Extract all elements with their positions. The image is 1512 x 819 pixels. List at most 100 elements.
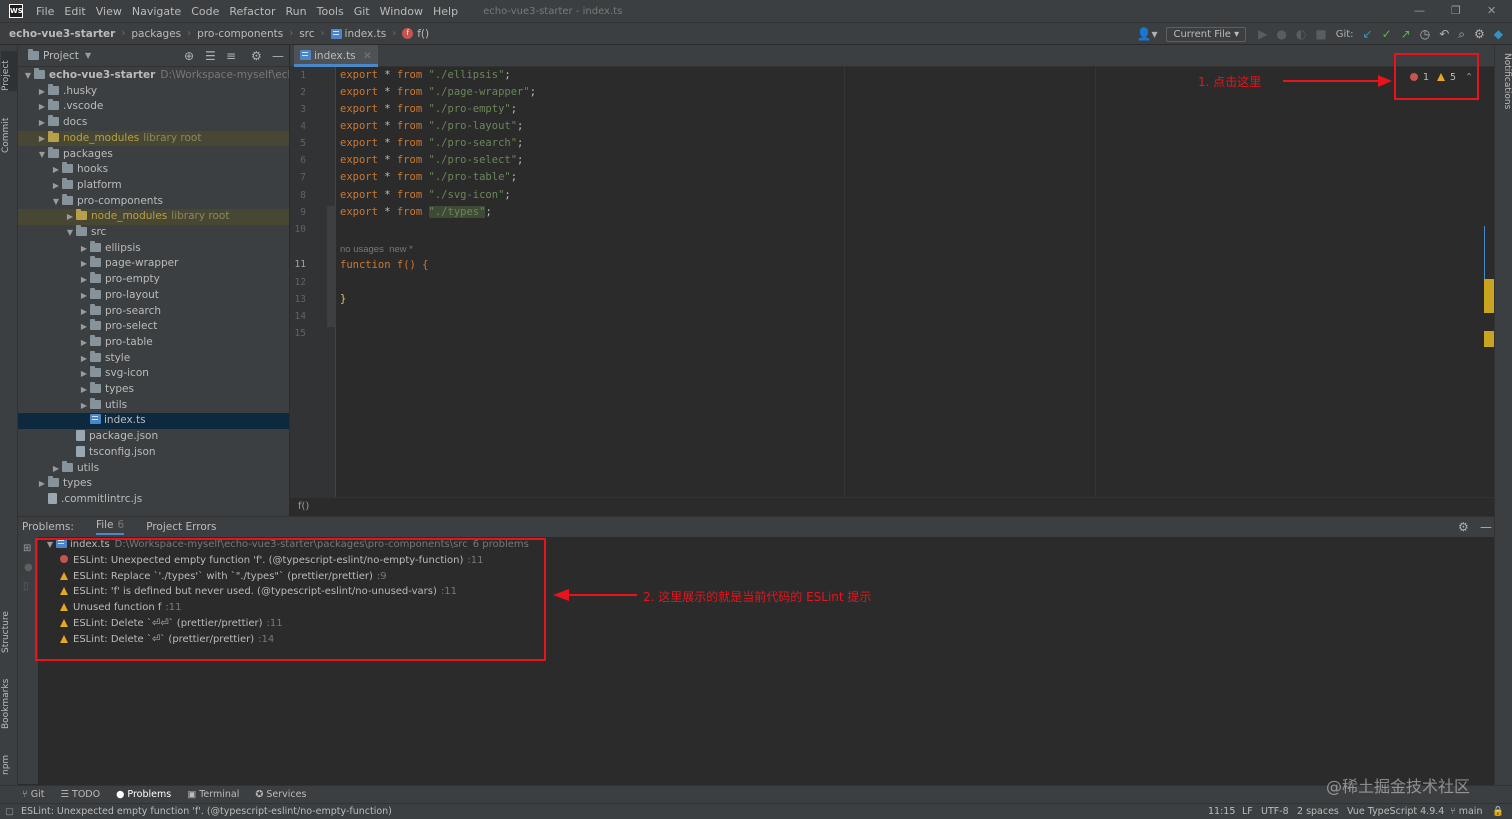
- tree-item[interactable]: ▶ svg-icon: [18, 366, 289, 382]
- breadcrumb-src[interactable]: src: [299, 28, 314, 40]
- code-line-closing[interactable]: }: [340, 291, 346, 308]
- chevron-down-icon[interactable]: ▼: [36, 147, 48, 163]
- chevron-right-icon[interactable]: ▶: [36, 99, 48, 115]
- tree-item[interactable]: ▶ pro-table: [18, 334, 289, 351]
- tree-item[interactable]: ▶ pro-search: [18, 303, 289, 320]
- chevron-down-icon[interactable]: ▼: [50, 194, 62, 210]
- line-number[interactable]: 9: [290, 207, 306, 218]
- tool-tab-notifications[interactable]: Notifications: [1496, 53, 1512, 123]
- chevron-right-icon[interactable]: ▶: [36, 131, 48, 147]
- tree-item[interactable]: ▶ pro-layout: [18, 287, 289, 304]
- tree-item[interactable]: package.json: [18, 429, 289, 445]
- code-line[interactable]: export * from "./pro-search";: [340, 135, 523, 152]
- tool-todo[interactable]: ☰ TODO: [60, 789, 100, 800]
- tree-item[interactable]: tsconfig.json: [18, 445, 289, 461]
- git-push-icon[interactable]: ↗: [1401, 27, 1411, 41]
- menu-refactor[interactable]: Refactor: [224, 5, 280, 18]
- menu-run[interactable]: Run: [281, 5, 312, 18]
- breadcrumb-packages[interactable]: packages: [131, 28, 181, 40]
- breadcrumb-function[interactable]: f(): [417, 28, 429, 40]
- line-number[interactable]: 14: [290, 311, 306, 322]
- menu-file[interactable]: File: [31, 5, 59, 18]
- language-service[interactable]: Vue TypeScript 4.9.4: [1347, 804, 1444, 819]
- menu-code[interactable]: Code: [186, 5, 224, 18]
- run-config-select[interactable]: Current File ▾: [1166, 26, 1247, 42]
- code-line[interactable]: export * from "./svg-icon";: [340, 187, 511, 204]
- gear-icon[interactable]: ⚙: [1458, 520, 1469, 534]
- code-line[interactable]: export * from "./ellipsis";: [340, 67, 511, 84]
- tool-tab-npm[interactable]: npm: [1, 743, 17, 775]
- warning-stripe-mark[interactable]: [1484, 279, 1494, 313]
- caret-position[interactable]: 11:15: [1208, 804, 1235, 819]
- tree-item[interactable]: ▶ .husky: [18, 83, 289, 100]
- menu-view[interactable]: View: [91, 5, 127, 18]
- tree-item[interactable]: ▶ pro-empty: [18, 272, 289, 288]
- code-line[interactable]: export * from "./pro-table";: [340, 169, 517, 186]
- chevron-right-icon[interactable]: ▶: [36, 476, 48, 492]
- chevron-right-icon[interactable]: ▶: [78, 366, 90, 382]
- tree-item[interactable]: ▶ pro-select: [18, 319, 289, 335]
- chevron-right-icon[interactable]: ▶: [78, 382, 90, 398]
- code-with-me-icon[interactable]: ◆: [1494, 27, 1503, 41]
- code-line[interactable]: export * from "./pro-select";: [340, 152, 523, 169]
- line-number[interactable]: 7: [290, 172, 306, 183]
- chevron-right-icon[interactable]: ▶: [78, 319, 90, 335]
- tool-tab-project[interactable]: Project: [1, 51, 17, 91]
- line-number[interactable]: 5: [290, 138, 306, 149]
- tool-problems[interactable]: ● Problems: [116, 789, 171, 800]
- tool-tab-bookmarks[interactable]: Bookmarks: [1, 669, 17, 729]
- chevron-right-icon[interactable]: ▶: [78, 272, 90, 288]
- code-line[interactable]: export * from "./types";: [340, 204, 492, 221]
- locate-icon[interactable]: ⊕: [184, 49, 194, 63]
- chevron-right-icon[interactable]: ▶: [36, 84, 48, 100]
- chevron-right-icon[interactable]: ▶: [36, 115, 48, 131]
- status-toggle-icon[interactable]: ▢: [5, 804, 14, 819]
- rollback-icon[interactable]: ↶: [1439, 27, 1449, 41]
- menu-help[interactable]: Help: [428, 5, 463, 18]
- chevron-down-icon[interactable]: ▼: [22, 68, 34, 84]
- collapse-all-icon[interactable]: ≡: [226, 49, 236, 63]
- tool-tab-commit[interactable]: Commit: [1, 109, 17, 153]
- lock-icon[interactable]: 🔒: [1492, 804, 1504, 819]
- line-number[interactable]: 10: [290, 224, 306, 235]
- line-number[interactable]: 4: [290, 121, 306, 132]
- line-number[interactable]: 1: [290, 70, 306, 81]
- tool-services[interactable]: ✪ Services: [255, 789, 306, 800]
- debug-icon[interactable]: ●: [1276, 27, 1286, 41]
- menu-window[interactable]: Window: [375, 5, 428, 18]
- chevron-right-icon[interactable]: ▶: [50, 178, 62, 194]
- history-icon[interactable]: ◷: [1420, 27, 1430, 41]
- breadcrumb-project[interactable]: echo-vue3-starter: [9, 28, 115, 40]
- line-number[interactable]: 11: [290, 259, 306, 270]
- preview-icon[interactable]: ▯: [23, 581, 29, 592]
- line-number[interactable]: 12: [290, 277, 306, 288]
- status-message[interactable]: ESLint: Unexpected empty function 'f'. (…: [21, 804, 392, 819]
- chevron-right-icon[interactable]: ▶: [64, 209, 76, 225]
- chevron-right-icon[interactable]: ▶: [78, 351, 90, 367]
- user-icon[interactable]: 👤▾: [1137, 27, 1158, 41]
- chevron-right-icon[interactable]: ▶: [78, 288, 90, 304]
- code-editor[interactable]: export * from "./ellipsis"; export * from…: [336, 67, 1480, 497]
- chevron-right-icon[interactable]: ▶: [78, 241, 90, 257]
- indent-setting[interactable]: 2 spaces: [1297, 804, 1339, 819]
- project-panel-title[interactable]: Project: [43, 50, 79, 62]
- tree-item[interactable]: ▶ .vscode: [18, 99, 289, 115]
- editor-error-stripe[interactable]: [1480, 67, 1494, 497]
- tree-item[interactable]: ▶ page-wrapper: [18, 256, 289, 272]
- tree-item[interactable]: ▶ style: [18, 350, 289, 367]
- tool-terminal[interactable]: ▣ Terminal: [187, 789, 239, 800]
- chevron-right-icon[interactable]: ▶: [78, 256, 90, 272]
- hide-icon[interactable]: —: [272, 49, 284, 63]
- menu-edit[interactable]: Edit: [59, 5, 90, 18]
- minimize-icon[interactable]: —: [1414, 4, 1425, 17]
- tree-item[interactable]: ▶ node_modules library root: [18, 209, 289, 225]
- chevron-right-icon[interactable]: ▶: [78, 335, 90, 351]
- expand-all-icon[interactable]: ☰: [205, 49, 216, 63]
- warning-stripe-mark[interactable]: [1484, 331, 1494, 347]
- hide-icon[interactable]: —: [1480, 520, 1492, 534]
- group-icon[interactable]: ⊞: [23, 543, 31, 554]
- code-line[interactable]: export * from "./page-wrapper";: [340, 84, 536, 101]
- tool-git[interactable]: ⑂ Git: [22, 789, 44, 800]
- stop-icon[interactable]: ■: [1315, 27, 1326, 41]
- tree-item[interactable]: ▼ pro-components: [18, 193, 289, 210]
